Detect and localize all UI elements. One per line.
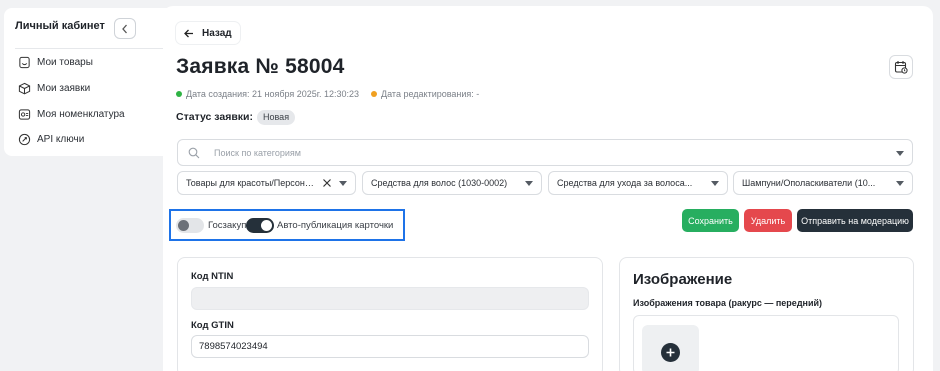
sidebar-item-label: Мои товары: [37, 57, 93, 68]
edited-date: Дата редактирования: -: [371, 89, 479, 99]
select-value: Средства для ухода за волоса...: [557, 178, 693, 188]
delete-button[interactable]: Удалить: [744, 209, 792, 232]
plus-icon: [666, 348, 675, 357]
chevron-left-icon: [122, 24, 127, 33]
edited-dot-icon: [371, 91, 378, 97]
sidebar-item-products[interactable]: Мои товары: [18, 56, 93, 69]
category-search[interactable]: [177, 139, 913, 166]
chevron-down-icon[interactable]: [896, 181, 904, 186]
calendar-button[interactable]: [889, 55, 913, 79]
search-icon: [188, 147, 200, 158]
toggle-knob: [178, 220, 189, 231]
category-select-1[interactable]: Товары для красоты/Персонал...: [177, 171, 356, 195]
goszakup-label: Госзакуп: [208, 220, 247, 231]
clear-icon[interactable]: [322, 178, 332, 188]
sidebar-item-api-keys[interactable]: API ключи: [18, 133, 84, 146]
calendar-history-icon: [894, 61, 908, 74]
status-label: Статус заявки:: [176, 111, 254, 123]
image-subtitle: Изображения товара (ракурс — передний): [633, 298, 823, 308]
ntin-field: [191, 287, 589, 310]
autopublish-toggle[interactable]: [246, 218, 274, 233]
category-select-2[interactable]: Средства для волос (1030-0002): [362, 171, 542, 195]
select-value: Шампуни/Ополаскиватели (10...: [742, 178, 876, 188]
chevron-down-icon[interactable]: [525, 181, 533, 186]
box-icon: [18, 82, 31, 95]
select-value: Товары для красоты/Персонал...: [186, 178, 318, 188]
sidebar-item-label: Мои заявки: [37, 83, 91, 94]
status-badge: Новая: [257, 110, 296, 125]
sidebar-item-requests[interactable]: Мои заявки: [18, 82, 90, 95]
product-icon: [19, 56, 30, 69]
catalog-icon: [18, 109, 31, 120]
chevron-down-icon[interactable]: [711, 181, 719, 186]
back-button[interactable]: Назад: [176, 22, 240, 44]
gtin-label: Код GTIN: [191, 320, 234, 331]
save-button[interactable]: Сохранить: [682, 209, 739, 232]
autopublish-label: Авто-публикация карточки: [277, 220, 394, 231]
ntin-label: Код NTIN: [191, 271, 234, 282]
goszakup-toggle[interactable]: [176, 218, 204, 233]
edited-date-text: Дата редактирования: -: [381, 89, 480, 99]
sidebar-item-label: Моя номенклатура: [37, 109, 125, 120]
send-to-moderation-button[interactable]: Отправить на модерацию: [797, 209, 913, 232]
created-date: Дата создания: 21 ноября 2025г. 12:30:23: [176, 89, 359, 99]
created-date-text: Дата создания: 21 ноября 2025г. 12:30:23: [186, 89, 360, 99]
gtin-field[interactable]: 7898574023494: [191, 335, 589, 358]
sidebar-item-label: API ключи: [37, 134, 85, 145]
key-icon: [18, 133, 31, 146]
sidebar-item-nomenclature[interactable]: Моя номенклатура: [18, 108, 125, 121]
dates-row: Дата создания: 21 ноября 2025г. 12:30:23…: [176, 89, 479, 99]
category-select-4[interactable]: Шампуни/Ополаскиватели (10...: [733, 171, 913, 195]
search-input[interactable]: [214, 147, 854, 158]
select-value: Средства для волос (1030-0002): [371, 178, 508, 188]
image-title: Изображение: [633, 271, 733, 288]
add-image-button[interactable]: [661, 343, 680, 362]
chevron-down-icon[interactable]: [896, 150, 904, 156]
category-select-3[interactable]: Средства для ухода за волоса...: [548, 171, 728, 195]
sidebar: Личный кабинет Мои товары Мои заявки Моя…: [4, 8, 174, 156]
created-dot-icon: [176, 91, 182, 97]
sidebar-divider: [15, 48, 163, 49]
chevron-down-icon[interactable]: [339, 181, 347, 186]
toggle-knob: [261, 220, 272, 231]
page-title: Заявка № 58004: [176, 55, 345, 78]
back-label: Назад: [202, 27, 232, 39]
collapse-sidebar-button[interactable]: [114, 18, 136, 39]
arrow-left-icon: [184, 29, 193, 37]
